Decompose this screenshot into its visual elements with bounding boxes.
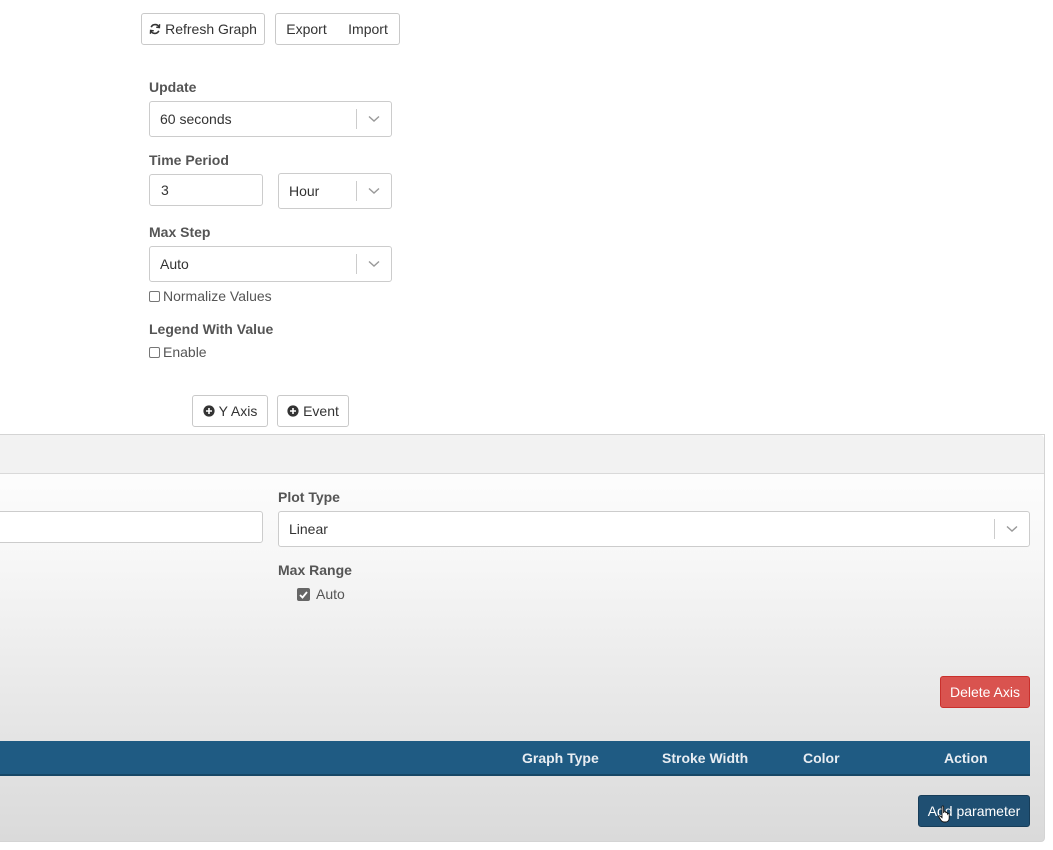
delete-axis-label: Delete Axis bbox=[949, 684, 1021, 700]
max-step-select[interactable]: Auto bbox=[149, 246, 392, 282]
column-header-stroke-width: Stroke Width bbox=[662, 750, 749, 766]
max-range-label: Max Range bbox=[278, 562, 352, 578]
refresh-graph-button[interactable]: Refresh Graph bbox=[141, 13, 265, 45]
legend-enable-label: Enable bbox=[163, 344, 207, 360]
max-step-label: Max Step bbox=[149, 224, 211, 240]
export-button[interactable]: Export bbox=[275, 13, 338, 45]
add-event-label: Event bbox=[303, 403, 339, 419]
normalize-values-checkbox[interactable] bbox=[149, 291, 160, 302]
max-step-value: Auto bbox=[160, 256, 189, 272]
add-y-axis-label: Y Axis bbox=[218, 403, 258, 419]
time-period-unit-select[interactable]: Hour bbox=[278, 173, 392, 209]
column-header-action: Action bbox=[944, 750, 988, 766]
max-range-auto-checkbox[interactable] bbox=[297, 588, 310, 601]
add-event-button[interactable]: Event bbox=[277, 395, 349, 427]
hand-cursor-icon bbox=[938, 805, 950, 823]
update-select-value: 60 seconds bbox=[160, 111, 232, 127]
column-header-color: Color bbox=[803, 750, 840, 766]
legend-enable-checkbox[interactable] bbox=[149, 347, 160, 358]
check-icon bbox=[299, 590, 308, 599]
axis-panel-header bbox=[0, 435, 1044, 474]
add-parameter-button[interactable]: Add parameter bbox=[918, 795, 1030, 827]
column-header-graph-type: Graph Type bbox=[522, 750, 599, 766]
import-label: Import bbox=[348, 21, 388, 37]
time-period-unit-value: Hour bbox=[289, 183, 320, 199]
update-select[interactable]: 60 seconds bbox=[149, 101, 392, 137]
axis-name-input[interactable] bbox=[0, 511, 263, 543]
time-period-label: Time Period bbox=[149, 152, 229, 168]
export-label: Export bbox=[286, 21, 327, 37]
legend-with-value-label: Legend With Value bbox=[149, 321, 274, 337]
plus-circle-icon bbox=[287, 405, 299, 417]
max-range-auto-label: Auto bbox=[316, 586, 345, 602]
plus-circle-icon bbox=[203, 405, 215, 417]
plot-type-select[interactable]: Linear bbox=[278, 511, 1030, 547]
plot-type-label: Plot Type bbox=[278, 489, 340, 505]
normalize-values-label: Normalize Values bbox=[163, 288, 272, 304]
axis-panel bbox=[0, 434, 1045, 842]
chevron-down-icon bbox=[357, 115, 391, 123]
update-label: Update bbox=[149, 79, 197, 95]
chevron-down-icon bbox=[357, 260, 391, 268]
time-period-input[interactable]: 3 bbox=[149, 174, 263, 206]
refresh-graph-label: Refresh Graph bbox=[165, 21, 257, 37]
import-button[interactable]: Import bbox=[337, 13, 400, 45]
delete-axis-button[interactable]: Delete Axis bbox=[940, 676, 1030, 708]
chevron-down-icon bbox=[995, 525, 1029, 533]
plot-type-value: Linear bbox=[289, 521, 328, 537]
chevron-down-icon bbox=[357, 187, 391, 195]
add-y-axis-button[interactable]: Y Axis bbox=[192, 395, 268, 427]
refresh-icon bbox=[149, 23, 161, 35]
parameters-table-header: Graph Type Stroke Width Color Action bbox=[0, 741, 1030, 776]
